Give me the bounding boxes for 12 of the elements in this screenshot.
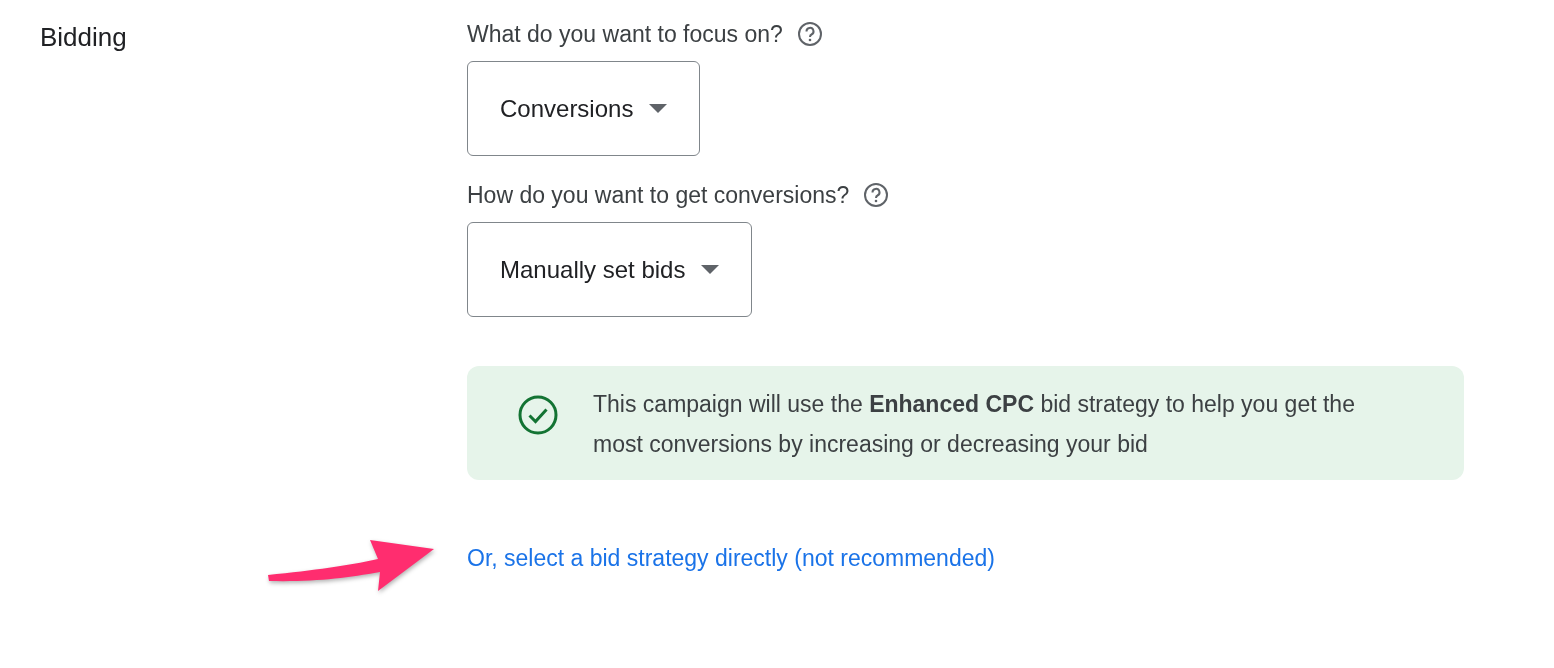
caret-icon xyxy=(701,265,720,274)
caret-icon xyxy=(649,104,668,113)
field-label: How do you want to get conversions? xyxy=(467,180,850,210)
dropdown[interactable]: Manually set bids xyxy=(467,222,753,317)
dropdown[interactable]: Conversions xyxy=(467,61,701,156)
section-title: Bidding xyxy=(39,21,128,54)
field-label: What do you want to focus on? xyxy=(467,19,783,49)
notice-text: This campaign will use the Enhanced CPC bid strategy to help you get the most conversions by increasing or decreasing your bid xyxy=(593,390,1356,459)
help-icon[interactable] xyxy=(796,21,823,47)
bid-strategy-link[interactable]: Or, select a bid strategy directly (not recommended) xyxy=(467,540,995,576)
check-circle-icon xyxy=(517,394,559,436)
help-icon[interactable] xyxy=(863,182,890,208)
